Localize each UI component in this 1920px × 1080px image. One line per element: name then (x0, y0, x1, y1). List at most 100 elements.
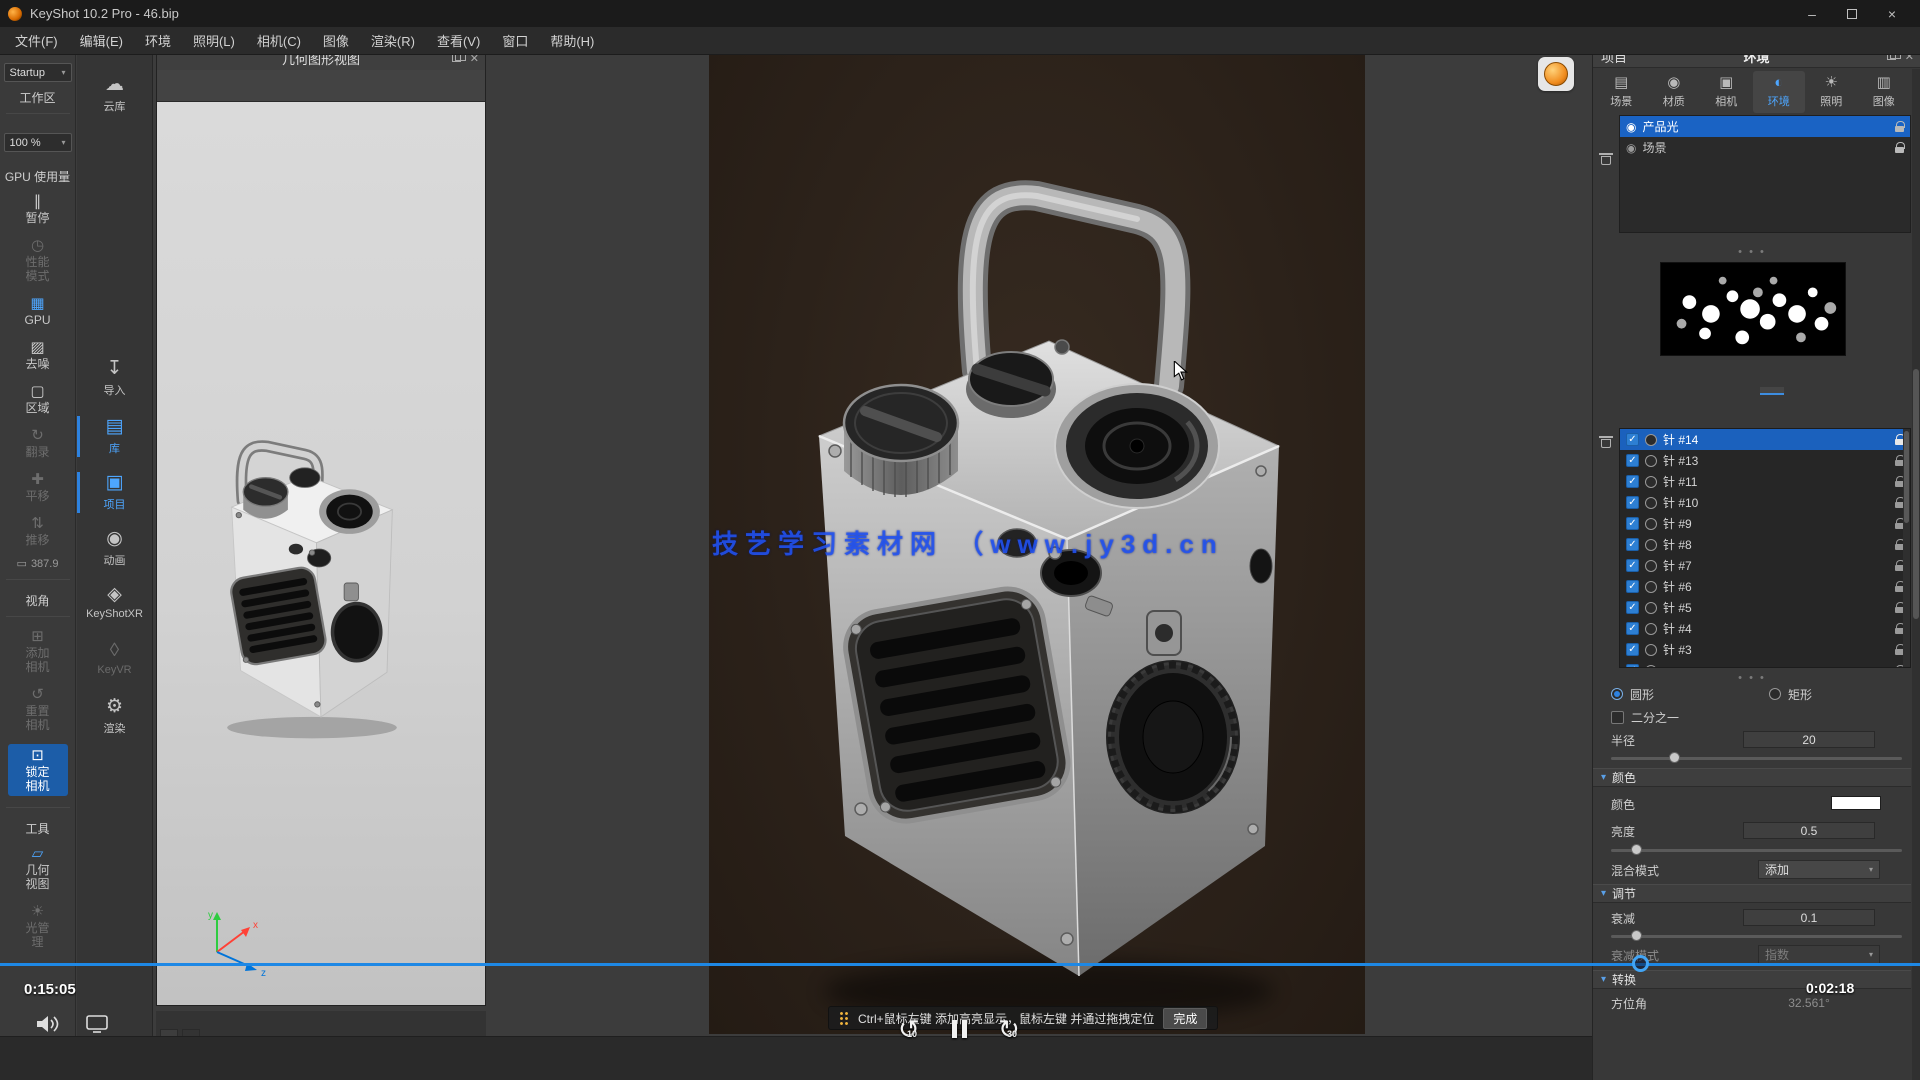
circle-radio[interactable] (1611, 688, 1623, 700)
pin-radio[interactable] (1645, 539, 1657, 551)
dock-render[interactable]: ⚙ 渲染 (77, 693, 152, 740)
falloff-value[interactable]: 0.1 (1743, 909, 1875, 926)
environment-row-scene[interactable]: ◉ 场景 (1620, 137, 1910, 158)
dock-library[interactable]: ▤ 库 (77, 413, 152, 460)
pause-playback-button[interactable] (952, 1020, 967, 1038)
performance-mode-button[interactable]: ◷ 性能模式 (8, 237, 68, 283)
pin-row-partial[interactable] (1620, 660, 1910, 668)
pan-button[interactable]: ✚ 平移 (8, 471, 68, 503)
undock-icon[interactable] (452, 54, 461, 62)
pin-radio[interactable] (1645, 455, 1657, 467)
environment-row-product-light[interactable]: ◉ 产品光 (1620, 116, 1910, 137)
light-manager-button[interactable]: ☀ 光管理 (8, 903, 68, 949)
pin-radio[interactable] (1645, 644, 1657, 656)
pin-visibility-checkbox[interactable] (1626, 538, 1639, 551)
menu-render[interactable]: 渲染(R) (360, 27, 426, 54)
rewind-10-button[interactable]: ↺ 10 (898, 1016, 926, 1042)
pin-radio[interactable] (1645, 602, 1657, 614)
drag-handle[interactable]: • • • (1593, 674, 1911, 682)
scrollbar-thumb[interactable] (1904, 431, 1909, 523)
minimize-button[interactable]: – (1792, 0, 1832, 27)
speaker-icon[interactable] (36, 1014, 60, 1034)
geometry-viewport[interactable]: y x z (157, 102, 485, 1005)
pin-row-10[interactable]: 针 #10 (1620, 492, 1910, 513)
forward-30-button[interactable]: ↻ 30 (998, 1016, 1026, 1042)
dock-cloud-library[interactable]: ☁ 云库 (77, 71, 152, 118)
pin-visibility-checkbox[interactable] (1626, 622, 1639, 635)
delete-environment-icon[interactable] (1601, 153, 1611, 165)
radius-slider[interactable] (1611, 752, 1902, 764)
blend-mode-select[interactable]: 添加▾ (1758, 860, 1880, 879)
grip-icon[interactable] (839, 1011, 849, 1025)
menu-environment[interactable]: 环境 (134, 27, 182, 54)
dock-keyshotxr[interactable]: ◈ KeyShotXR (77, 581, 152, 624)
dolly-button[interactable]: ⇅ 推移 (8, 515, 68, 547)
add-camera-button[interactable]: ⊞ 添加相机 (8, 628, 68, 674)
slider-handle[interactable] (1631, 844, 1642, 855)
pin-row-6[interactable]: 针 #6 (1620, 576, 1910, 597)
workspace-select[interactable]: Startup▾ (4, 63, 72, 82)
scrollbar-thumb[interactable] (1913, 369, 1919, 619)
pin-radio[interactable] (1645, 497, 1657, 509)
pin-visibility-checkbox[interactable] (1626, 517, 1639, 530)
color-section-header[interactable]: ▾ 颜色 (1593, 768, 1911, 787)
pin-visibility-checkbox[interactable] (1626, 559, 1639, 572)
done-button[interactable]: 完成 (1163, 1008, 1207, 1029)
pin-visibility-checkbox[interactable] (1626, 580, 1639, 593)
dock-animation[interactable]: ◉ 动画 (77, 525, 152, 572)
close-button[interactable]: × (1872, 0, 1912, 27)
denoise-button[interactable]: ▨ 去噪 (8, 339, 68, 371)
subtab-settings[interactable] (1720, 389, 1744, 395)
pin-radio[interactable] (1645, 560, 1657, 572)
lock-icon[interactable] (1895, 142, 1904, 153)
menu-edit[interactable]: 编辑(E) (69, 27, 134, 54)
color-swatch[interactable] (1831, 796, 1881, 810)
pin-visibility-checkbox[interactable] (1626, 475, 1639, 488)
camera-gizmo[interactable] (1538, 57, 1574, 91)
panel-scrollbar[interactable] (1912, 69, 1920, 1080)
reset-camera-button[interactable]: ↺ 重置相机 (8, 686, 68, 732)
brightness-slider[interactable] (1611, 844, 1902, 856)
menu-help[interactable]: 帮助(H) (539, 27, 605, 54)
pin-row-14[interactable]: 针 #14 (1620, 429, 1910, 450)
video-progress-handle[interactable] (1632, 955, 1649, 972)
pin-visibility-checkbox[interactable] (1626, 643, 1639, 656)
hdri-preview[interactable] (1660, 262, 1846, 356)
region-button[interactable]: ▢ 区域 (8, 383, 68, 415)
tab-camera[interactable]: ▣ 相机 (1700, 71, 1753, 113)
tab-material[interactable]: ◉ 材质 (1648, 71, 1701, 113)
tab-environment[interactable]: ◐ 环境 (1753, 71, 1806, 113)
geometry-view-button[interactable]: ▱ 几何视图 (8, 845, 68, 891)
menu-camera[interactable]: 相机(C) (246, 27, 312, 54)
pin-radio[interactable] (1645, 476, 1657, 488)
menu-window[interactable]: 窗口 (491, 27, 539, 54)
pin-visibility-checkbox[interactable] (1626, 433, 1639, 446)
maximize-button[interactable] (1832, 0, 1872, 27)
tab-image[interactable]: ▥ 图像 (1858, 71, 1911, 113)
pin-row-4[interactable]: 针 #4 (1620, 618, 1910, 639)
falloff-mode-select[interactable]: 指数▾ (1758, 945, 1880, 964)
delete-pin-icon[interactable] (1601, 436, 1611, 448)
rectangle-radio[interactable] (1769, 688, 1781, 700)
pin-radio[interactable] (1645, 581, 1657, 593)
slider-handle[interactable] (1631, 930, 1642, 941)
half-checkbox[interactable] (1611, 711, 1624, 724)
pin-list-scrollbar[interactable] (1903, 429, 1910, 667)
pin-row-3[interactable]: 针 #3 (1620, 639, 1910, 660)
pin-visibility-checkbox[interactable] (1626, 454, 1639, 467)
pin-radio[interactable] (1645, 518, 1657, 530)
tab-scene[interactable]: ▤ 场景 (1595, 71, 1648, 113)
pin-row-9[interactable]: 针 #9 (1620, 513, 1910, 534)
pin-radio[interactable] (1645, 665, 1657, 669)
transform-section-header[interactable]: ▾ 转换 (1593, 970, 1911, 989)
pin-visibility-checkbox[interactable] (1626, 496, 1639, 509)
radius-value[interactable]: 20 (1743, 731, 1875, 748)
geo-tab-library[interactable] (182, 1029, 200, 1036)
slider-handle[interactable] (1669, 752, 1680, 763)
pin-row-13[interactable]: 针 #13 (1620, 450, 1910, 471)
adjust-section-header[interactable]: ▾ 调节 (1593, 884, 1911, 903)
menu-file[interactable]: 文件(F) (4, 27, 69, 54)
pin-visibility-checkbox[interactable] (1626, 664, 1639, 668)
dock-project[interactable]: ▣ 项目 (77, 469, 152, 516)
drag-handle[interactable]: • • • (1593, 248, 1911, 256)
